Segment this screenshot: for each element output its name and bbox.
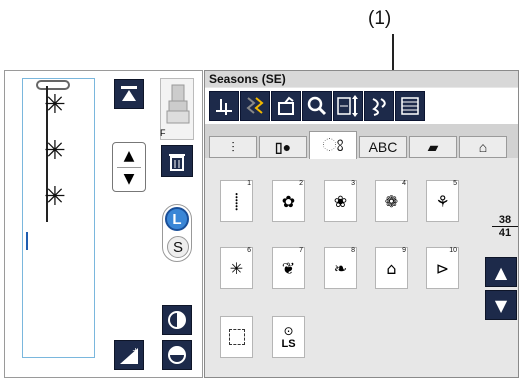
pattern-3[interactable]: 3 ❀ [324, 180, 357, 222]
page-indicator: 38 41 [492, 214, 518, 239]
svg-text:+: + [132, 346, 139, 355]
elongation-button[interactable]: + [114, 340, 144, 370]
pattern-2[interactable]: 2 ✿ [272, 180, 305, 222]
size-small-option[interactable]: S [167, 236, 189, 258]
tab-decorative[interactable]: ଃ [309, 131, 357, 159]
arrow-down-icon[interactable]: ▼ [124, 171, 135, 187]
house-pattern-icon: ⌂ [386, 258, 397, 278]
pattern-10[interactable]: 10 ⊳ [426, 247, 459, 289]
foot-label: F [160, 128, 166, 138]
delete-button[interactable] [161, 145, 193, 177]
search-button[interactable] [302, 91, 332, 121]
presser-foot-button[interactable] [209, 91, 239, 121]
list-view-button[interactable] [395, 91, 425, 121]
blossom-pattern-icon: ❀ [333, 191, 348, 211]
rose-pattern-icon: ❁ [384, 191, 399, 211]
page-current: 38 [492, 214, 518, 227]
arrow-down-icon: ▼ [494, 295, 508, 315]
flip-icon [168, 346, 186, 364]
locking-stitch-button[interactable]: ⊙ LS [272, 316, 305, 358]
arrow-up-icon: ▲ [494, 262, 508, 282]
width-length-icon [337, 95, 358, 117]
foot-icon [216, 99, 232, 115]
twin-needle-icon [246, 97, 264, 114]
window-title: Seasons (SE) [205, 71, 518, 87]
decorative-icon: ଃ [322, 135, 344, 155]
mirror-icon [168, 311, 186, 329]
pattern-5[interactable]: 5 ⚘ [426, 180, 459, 222]
snowflake-icon: ✳ [44, 90, 66, 120]
tree-pattern-icon: ⊳ [435, 258, 450, 278]
mirror-button[interactable] [162, 305, 192, 335]
tab-alphabet[interactable]: ABC [359, 136, 407, 158]
memory-button[interactable] [271, 91, 301, 121]
leaf-pattern-icon: ⸽ [234, 192, 239, 211]
arrow-up-icon[interactable]: ▲ [124, 148, 135, 164]
locking-stitch-icon: ⊙ [283, 324, 294, 338]
stitch-icon: ⫶ [231, 138, 235, 155]
pattern-1[interactable]: 1 ⸽ [220, 180, 253, 222]
snowflake-icon: ✳ [44, 182, 66, 212]
flip-button[interactable] [162, 340, 192, 370]
elongation-icon: + [120, 346, 139, 364]
scroll-stepper[interactable]: ▲ ▼ [112, 142, 146, 192]
flower-pattern-icon: ✿ [281, 191, 296, 211]
pattern-9[interactable]: 9 ⌂ [375, 247, 408, 289]
pattern-7[interactable]: 7 ❦ [272, 247, 305, 289]
tab-buttonhole[interactable]: ▯● [259, 136, 307, 158]
size-large-option[interactable]: L [165, 207, 189, 231]
cherry-pattern-icon: ❧ [333, 258, 348, 278]
maple-pattern-icon: ✳ [229, 258, 244, 278]
pattern-preview [22, 78, 95, 358]
palm-pattern-icon: ⚘ [435, 191, 450, 211]
page-total: 41 [498, 227, 512, 239]
top-arrow-icon [121, 86, 137, 101]
hoop-icon [36, 80, 70, 90]
top-of-pattern-button[interactable] [114, 79, 144, 109]
buttonhole-icon: ▯● [274, 138, 292, 155]
size-toggle[interactable]: L S [162, 204, 192, 262]
pattern-6[interactable]: 6 ✳ [220, 247, 253, 289]
tab-shirt[interactable]: ⌂ [459, 136, 507, 158]
tab-stitch[interactable]: ⫶ [209, 136, 257, 158]
blank-pattern[interactable] [220, 316, 253, 358]
callout-label: (1) [368, 8, 392, 29]
trash-icon [169, 154, 185, 171]
combination-icon [372, 98, 386, 116]
twin-needle-button[interactable] [240, 91, 270, 121]
pattern-4[interactable]: 4 ❁ [375, 180, 408, 222]
page-down-button[interactable]: ▼ [485, 290, 517, 320]
list-icon [401, 97, 419, 115]
memory-icon [278, 96, 294, 115]
pattern-8[interactable]: 8 ❧ [324, 247, 357, 289]
shirt-icon: ⌂ [478, 139, 488, 155]
satin-icon: ▰ [427, 138, 439, 155]
page-up-button[interactable]: ▲ [485, 257, 517, 287]
tulip-pattern-icon: ❦ [281, 258, 296, 278]
stitch-width-length-button[interactable] [333, 91, 363, 121]
tab-satin[interactable]: ▰ [409, 136, 457, 158]
dotted-square-icon [228, 329, 245, 345]
stitch-cursor [26, 232, 28, 250]
snowflake-icon: ✳ [44, 136, 66, 166]
combination-button[interactable] [364, 91, 394, 121]
search-icon [307, 96, 327, 116]
